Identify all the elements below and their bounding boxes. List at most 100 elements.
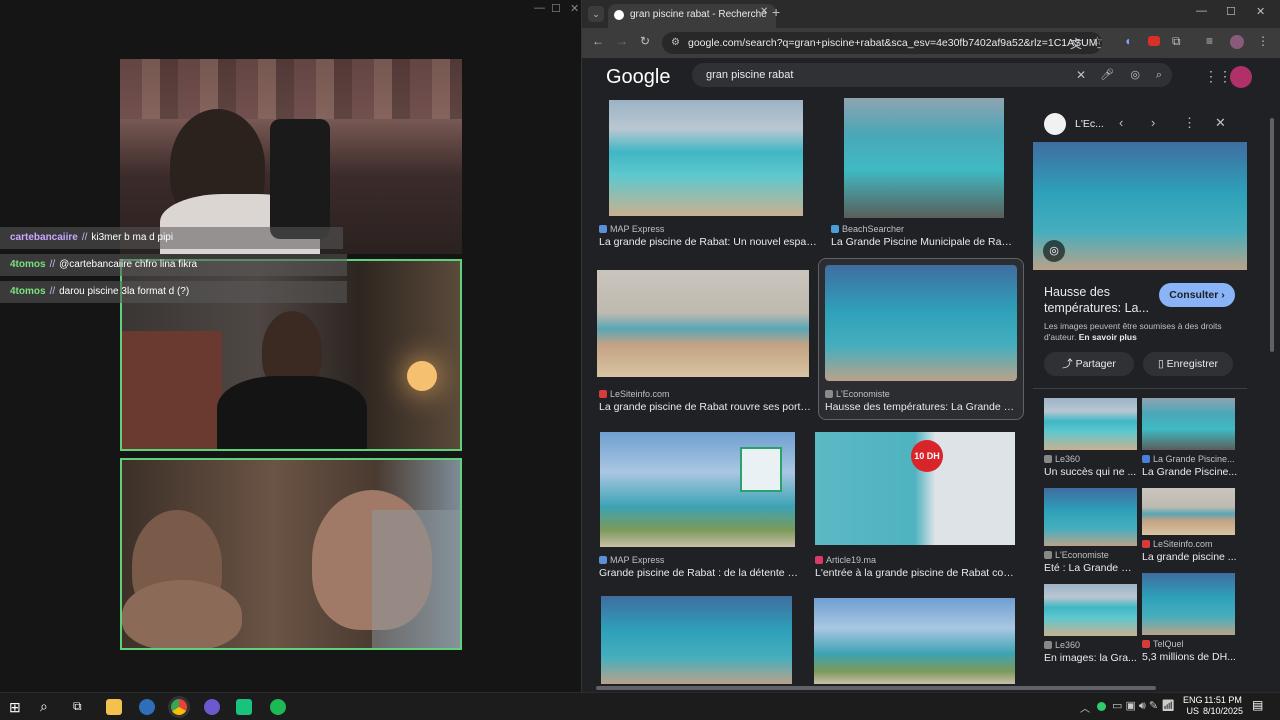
app-icon[interactable] [139,699,155,715]
related-caption[interactable]: 5,3 millions de DH... [1142,651,1242,663]
related-caption[interactable]: Eté : La Grande pi... [1044,562,1137,574]
language-indicator[interactable]: ENG US [1183,695,1203,717]
result-source[interactable]: MAP Express [599,224,664,234]
result-caption[interactable]: Hausse des températures: La Grande pisc.… [825,401,1017,413]
maximize-icon[interactable]: ☐ [1226,5,1236,18]
close-panel-icon[interactable]: ✕ [1215,115,1226,131]
profile-avatar[interactable] [1230,35,1244,49]
address-bar[interactable]: ⚙ google.com/search?q=gran+piscine+rabat… [662,32,1102,54]
lens-search-icon[interactable]: ◎ [1043,240,1065,262]
minimize-icon[interactable]: — [1196,5,1207,17]
result-caption[interactable]: La Grande Piscine Municipale de Rabat ..… [831,236,1016,248]
notifications-icon[interactable]: ▤ [1252,698,1263,712]
result-caption[interactable]: L'entrée à la grande piscine de Rabat co… [815,567,1015,579]
file-explorer-icon[interactable] [106,699,122,715]
preview-image[interactable]: ◎ [1033,142,1247,270]
app-icon[interactable] [236,699,252,715]
previous-icon[interactable]: ‹ [1119,115,1123,130]
price-badge: 10 DH [911,440,943,472]
related-source[interactable]: La Grande Piscine... [1142,454,1242,464]
close-icon[interactable]: ✕ [1256,5,1265,18]
result-source[interactable]: LeSiteinfo.com [599,389,670,399]
result-caption[interactable]: La grande piscine de Rabat rouvre ses po… [599,401,811,413]
learn-more-link[interactable]: En savoir plus [1079,332,1137,342]
search-icon[interactable]: ⌕ [40,698,48,715]
next-icon[interactable]: › [1151,115,1155,130]
related-image[interactable] [1142,488,1235,535]
save-button[interactable]: ▯ Enregistrer [1143,352,1233,376]
related-caption[interactable]: La grande piscine ... [1142,551,1242,563]
tray-icons[interactable]: ▭ ▣ 🔊︎ ✎ 📶︎ [1112,699,1175,713]
lens-icon[interactable]: ◎ [1130,63,1140,87]
result-image[interactable] [597,270,809,377]
panel-source[interactable]: L'Ec... [1075,118,1104,130]
result-image[interactable] [600,432,795,547]
tray-chevron-icon[interactable]: ︿ [1080,700,1090,715]
related-image[interactable] [1044,488,1137,546]
maximize-icon[interactable]: ☐ [551,2,561,15]
result-caption[interactable]: La grande piscine de Rabat: Un nouvel es… [599,236,819,248]
voice-search-icon[interactable]: 🎤︎ [1100,63,1114,87]
new-tab-icon[interactable]: + [772,4,780,20]
panel-title[interactable]: Hausse des températures: La... [1044,284,1156,316]
horizontal-scrollbar[interactable] [596,686,1156,690]
related-source[interactable]: Le360 [1044,640,1080,650]
result-image[interactable] [601,596,792,684]
related-source[interactable]: Le360 [1044,454,1080,464]
apps-grid-icon[interactable]: ⋮⋮ [1204,68,1232,85]
result-source[interactable]: Article19.ma [815,555,876,565]
close-icon[interactable]: ✕ [570,2,579,15]
translate-icon[interactable]: 文 [1070,35,1082,52]
related-source[interactable]: TelQuel [1142,639,1184,649]
spotify-icon[interactable] [270,699,286,715]
minimize-icon[interactable]: — [534,2,545,14]
result-image[interactable] [844,98,1004,218]
bookmark-star-icon[interactable]: ☆ [1092,34,1103,48]
related-source[interactable]: L'Economiste [1044,550,1109,560]
search-icon[interactable]: ⌕ [1156,63,1162,87]
result-source[interactable]: L'Economiste [825,389,890,399]
result-source[interactable]: MAP Express [599,555,664,565]
related-image[interactable] [1044,584,1137,636]
result-caption[interactable]: Grande piscine de Rabat : de la détente … [599,567,799,579]
related-caption[interactable]: La Grande Piscine... [1142,466,1242,478]
result-image[interactable] [814,598,1015,684]
back-icon[interactable]: ← [592,34,604,48]
related-image[interactable] [1142,573,1235,635]
related-caption[interactable]: Un succès qui ne ... [1044,466,1137,478]
extension-icon[interactable]: ◖ [1124,34,1131,48]
obs-icon[interactable] [204,699,220,715]
result-source[interactable]: BeachSearcher [831,224,904,234]
more-options-icon[interactable]: ⋮ [1183,115,1196,131]
clock[interactable]: 11:51 PM 8/10/2025 [1203,695,1243,717]
clear-search-icon[interactable]: ✕ [1076,63,1086,87]
extensions-puzzle-icon[interactable]: ⧉ [1172,34,1181,49]
related-source[interactable]: LeSiteinfo.com [1142,539,1213,549]
tray-app-icon[interactable] [1097,702,1106,711]
visit-button[interactable]: Consulter › [1159,283,1235,307]
selected-result-card[interactable]: L'Economiste Hausse des températures: La… [818,258,1024,420]
forward-icon[interactable]: → [616,34,628,48]
site-info-icon[interactable]: ⚙ [671,32,680,54]
result-image[interactable] [825,265,1017,381]
search-input[interactable]: gran piscine rabat ✕ 🎤︎ ◎ ⌕ [692,63,1172,87]
result-image[interactable] [609,100,803,216]
chrome-icon[interactable] [171,699,187,715]
google-logo[interactable]: Google [606,66,671,89]
tab-close-icon[interactable]: ✕ [760,6,768,17]
task-view-icon[interactable]: ⧉ [73,699,82,714]
panel-scrollbar[interactable] [1270,118,1274,352]
related-image[interactable] [1142,398,1235,450]
windows-start-icon[interactable]: ⊞ [9,699,21,716]
reload-icon[interactable]: ↻ [640,34,650,48]
tab-search-icon[interactable]: ⌄ [588,6,604,22]
reading-list-icon[interactable]: ≡ [1206,34,1213,48]
share-button[interactable]: ⤴ Partager [1044,352,1134,376]
result-image[interactable]: 10 DH [815,432,1015,545]
account-avatar[interactable] [1230,66,1252,88]
menu-icon[interactable]: ⋮ [1257,34,1269,48]
record-extension-icon[interactable] [1148,36,1160,46]
tab-search-results[interactable]: gran piscine rabat - Recherche [608,4,776,28]
related-caption[interactable]: En images: la Gra... [1044,652,1137,664]
related-image[interactable] [1044,398,1137,450]
